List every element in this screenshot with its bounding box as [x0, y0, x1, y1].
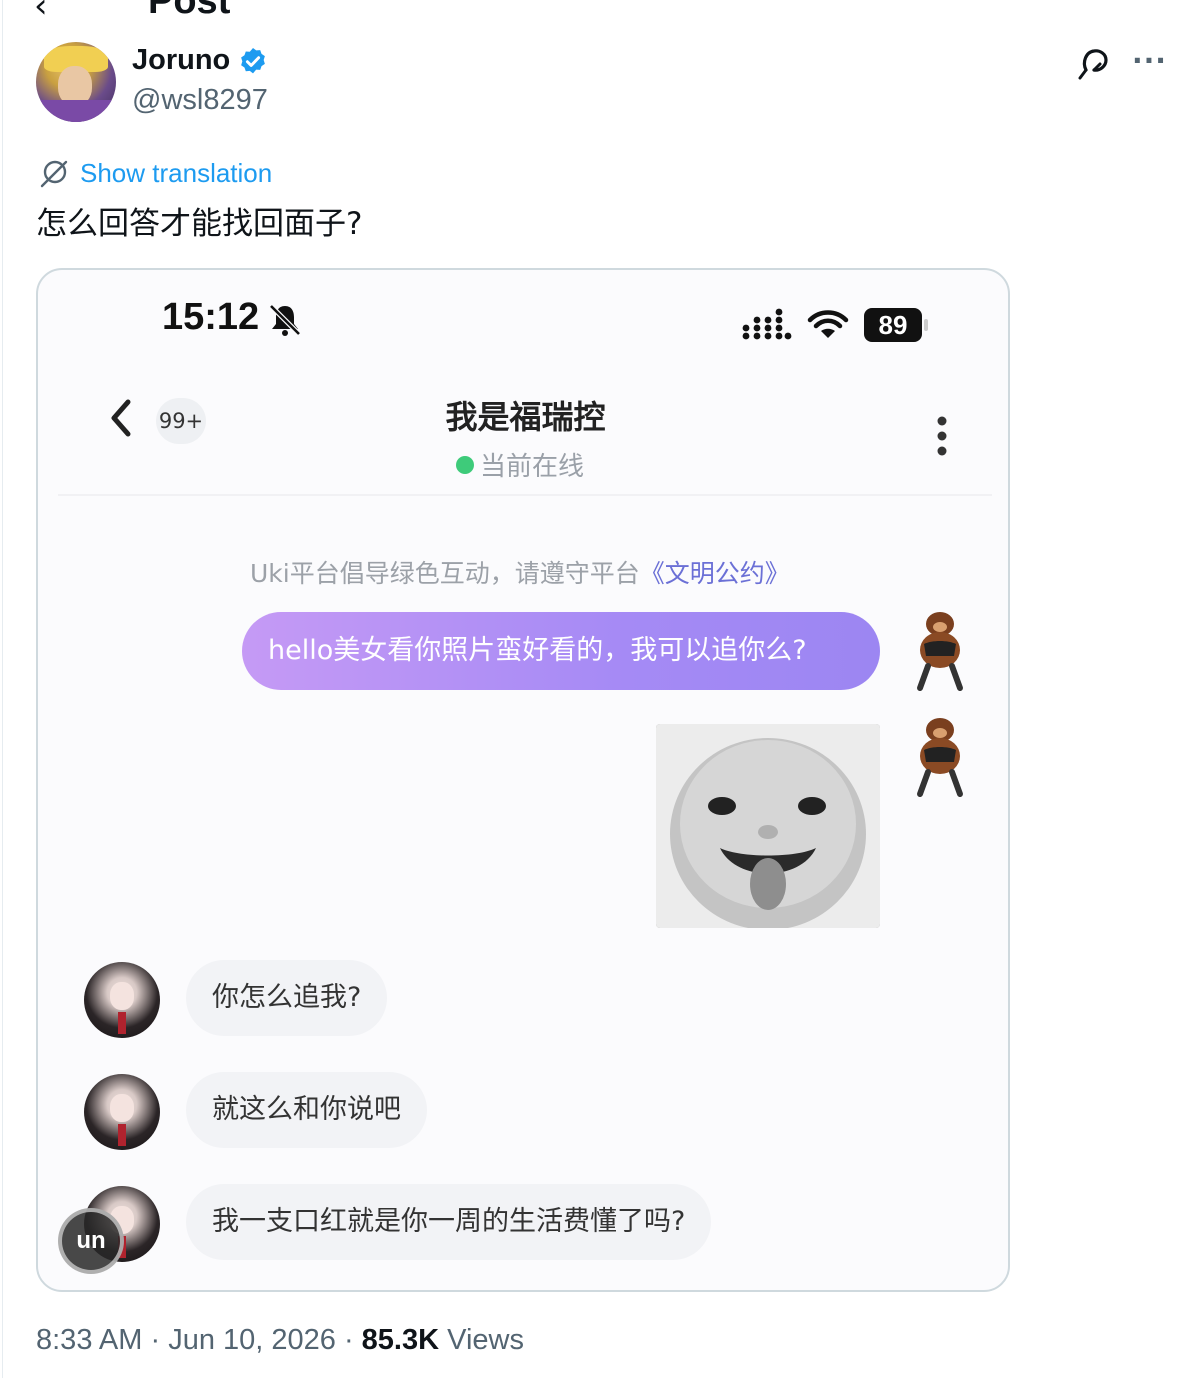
online-dot [456, 455, 474, 474]
views-label: Views [439, 1324, 524, 1356]
views-count: 85.3K [361, 1324, 440, 1356]
notice-text: Uki平台倡导绿色互动，请遵守平台 [250, 559, 640, 588]
tweet-text: 怎么回答才能找回面子? [36, 206, 363, 242]
post-meta: 8:33 AM · Jun 10, 2026 · 85.3K Views [36, 1324, 524, 1357]
author-name[interactable]: Joruno [132, 44, 230, 77]
post-date[interactable]: Jun 10, 2026 [168, 1324, 336, 1356]
more-icon[interactable]: ··· [1132, 44, 1167, 77]
show-translation-link[interactable]: Show translation [38, 156, 272, 190]
contact-tie [118, 1012, 126, 1034]
contact-avatar[interactable] [84, 1074, 160, 1150]
notice-link: 《文明公约》 [639, 559, 790, 588]
chevron-left-icon[interactable] [106, 396, 136, 440]
battery-tip [924, 319, 928, 331]
message-bubble-outgoing: hello美女看你照片蛮好看的，我可以追你么? [242, 612, 880, 690]
bear-avatar [917, 718, 963, 797]
unread-badge: 99+ [156, 398, 206, 444]
back-arrow-icon[interactable]: ‹ [34, 0, 48, 22]
avatar-coat [36, 100, 116, 122]
wifi-icon [807, 310, 849, 338]
show-translation-label[interactable]: Show translation [80, 158, 272, 189]
contact-avatar[interactable] [84, 962, 160, 1038]
meta-separator: · [142, 1324, 169, 1356]
watermark-logo: un [58, 1208, 124, 1274]
top-bar: ‹ Post [0, 0, 1180, 22]
kebab-menu-icon[interactable] [936, 416, 948, 456]
baby-face-sticker [656, 724, 880, 928]
online-status-label: 当前在线 [480, 452, 585, 482]
message-bubble-incoming: 你怎么追我? [186, 960, 388, 1036]
online-status: 当前在线 [456, 446, 584, 483]
contact-face [110, 1094, 134, 1122]
chat-header-divider [58, 494, 992, 496]
bell-muted-icon [269, 304, 301, 336]
author-handle[interactable]: @wsl8297 [132, 84, 268, 117]
globe-icon [40, 160, 68, 188]
media-image[interactable]: 15:12 89 99+ 我是福瑞控 当前在线 Uki平台倡导绿色互动，请遵守平… [36, 268, 1010, 1292]
page-title: Post [148, 0, 231, 22]
platform-notice: Uki平台倡导绿色互动，请遵守平台《文明公约》 [250, 554, 790, 590]
author-avatar[interactable] [36, 42, 116, 122]
phone-time: 15:12 [162, 296, 260, 338]
contact-face [110, 982, 134, 1010]
signal-icon [742, 308, 792, 340]
verified-icon [241, 48, 265, 74]
post-time[interactable]: 8:33 AM [36, 1324, 142, 1356]
timeline-border [2, 0, 3, 1378]
message-bubble-incoming: 就这么和你说吧 [186, 1072, 427, 1148]
message-bubble-incoming: 我一支口红就是你一周的生活费懂了吗? [186, 1184, 712, 1260]
contact-tie [118, 1124, 126, 1146]
chat-title: 我是福瑞控 [445, 398, 606, 436]
battery-icon: 89 [864, 308, 922, 342]
bear-avatar [917, 612, 963, 691]
meta-separator: · [335, 1324, 362, 1356]
translate-icon[interactable] [1074, 44, 1114, 82]
